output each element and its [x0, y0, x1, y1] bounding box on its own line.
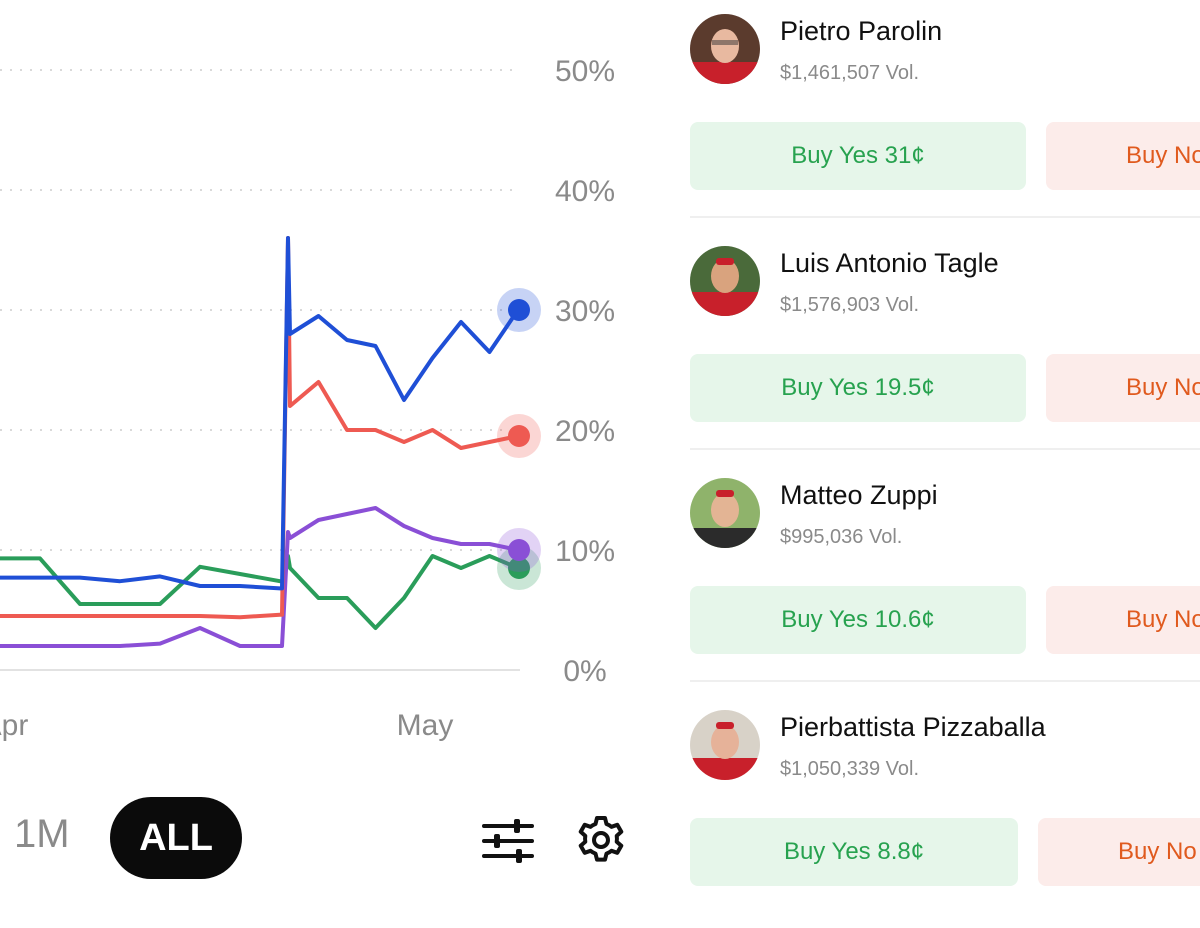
- avatar: [690, 710, 760, 780]
- candidate-row: Luis Antonio Tagle $1,576,903 Vol. Buy Y…: [690, 232, 1200, 464]
- divider: [690, 216, 1200, 218]
- gear-icon[interactable]: [576, 815, 626, 865]
- series-endpoint-dot: [508, 299, 530, 321]
- candidate-volume: $1,576,903 Vol.: [780, 294, 920, 316]
- y-tick-label: 10%: [555, 535, 615, 568]
- candidate-name: Luis Antonio Tagle: [780, 248, 999, 278]
- range-1m-button[interactable]: 1M: [14, 812, 70, 857]
- buy-no-button[interactable]: Buy No: [1046, 354, 1200, 422]
- buy-yes-button[interactable]: Buy Yes 10.6¢: [690, 586, 1026, 654]
- y-tick-label: 20%: [555, 415, 615, 448]
- candidate-row: Pierbattista Pizzaballa $1,050,339 Vol. …: [690, 696, 1200, 928]
- series-endpoint-dot: [508, 425, 530, 447]
- series-endpoint-dot: [508, 539, 530, 561]
- y-tick-label: 40%: [555, 175, 615, 208]
- divider: [690, 448, 1200, 450]
- candidate-name: Matteo Zuppi: [780, 480, 938, 510]
- buy-no-button[interactable]: Buy No: [1046, 586, 1200, 654]
- range-all-button[interactable]: ALL: [110, 797, 242, 879]
- candidate-row: Pietro Parolin $1,461,507 Vol. Buy Yes 3…: [690, 0, 1200, 232]
- divider: [690, 680, 1200, 682]
- candidate-row: Matteo Zuppi $995,036 Vol. Buy Yes 10.6¢…: [690, 464, 1200, 696]
- candidate-volume: $1,050,339 Vol.: [780, 758, 920, 780]
- buy-no-button[interactable]: Buy No: [1046, 122, 1200, 190]
- candidate-name: Pietro Parolin: [780, 16, 943, 46]
- buy-yes-button[interactable]: Buy Yes 8.8¢: [690, 818, 1018, 886]
- buy-no-button[interactable]: Buy No: [1038, 818, 1200, 886]
- price-chart: 50% 40% 30% 20% 10% 0% Apr May: [0, 55, 615, 742]
- avatar: [690, 14, 760, 84]
- x-axis-label: May: [397, 709, 454, 742]
- y-tick-label: 50%: [555, 55, 615, 88]
- y-tick-label: 0%: [563, 655, 606, 688]
- y-tick-label: 30%: [555, 295, 615, 328]
- avatar: [690, 478, 760, 548]
- candidate-volume: $995,036 Vol.: [780, 526, 903, 548]
- filter-sliders-icon[interactable]: [482, 818, 534, 864]
- candidate-volume: $1,461,507 Vol.: [780, 62, 920, 84]
- avatar: [690, 246, 760, 316]
- buy-yes-button[interactable]: Buy Yes 19.5¢: [690, 354, 1026, 422]
- candidate-name: Pierbattista Pizzaballa: [780, 712, 1046, 742]
- buy-yes-button[interactable]: Buy Yes 31¢: [690, 122, 1026, 190]
- x-axis-label: Apr: [0, 709, 28, 742]
- series-line: [0, 236, 520, 591]
